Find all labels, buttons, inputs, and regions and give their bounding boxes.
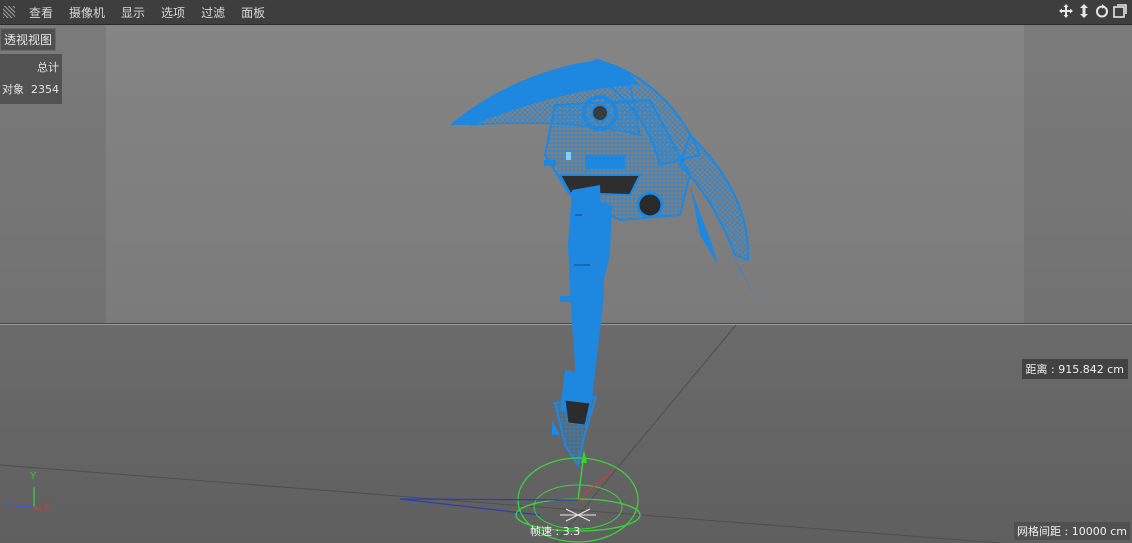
panel-grip-icon[interactable]: [3, 6, 15, 18]
axis-z-label: Z: [5, 498, 12, 509]
axis-y-label: Y: [30, 471, 37, 482]
grid-lines: [0, 324, 1001, 543]
menu-display[interactable]: 显示: [113, 4, 153, 21]
toggle-layout-icon[interactable]: [1112, 3, 1128, 19]
stats-label-objects: 对象: [2, 83, 24, 96]
menu-filter[interactable]: 过滤: [193, 4, 233, 21]
axis-x-label: X: [43, 502, 50, 513]
rotate-view-icon[interactable]: [1094, 3, 1110, 19]
camera-distance-readout: 距离 : 915.842 cm: [1021, 359, 1128, 379]
viewport-menubar: 查看 摄像机 显示 选项 过滤 面板: [0, 0, 1132, 25]
menu-panel[interactable]: 面板: [233, 4, 273, 21]
move-view-icon[interactable]: [1058, 3, 1074, 19]
stats-value-objects: 2354: [31, 82, 59, 96]
perspective-viewport[interactable]: Y Z X 透视视图 总计 对象 2354 距离 : 915.842 cm 帧速…: [0, 25, 1132, 543]
dolly-view-icon[interactable]: [1076, 3, 1092, 19]
fps-readout: 帧速 : 3.3: [530, 525, 581, 538]
transform-gizmo[interactable]: [399, 450, 641, 543]
menu-camera[interactable]: 摄像机: [61, 4, 113, 21]
menu-view[interactable]: 查看: [21, 4, 61, 21]
grid-spacing-readout: 网格间距 : 10000 cm: [1014, 522, 1130, 540]
axis-indicator: [16, 487, 43, 512]
scene-stats-panel: 总计 对象 2354: [0, 54, 62, 104]
scene-render: [0, 58, 1001, 543]
wireframe-model[interactable]: [450, 58, 760, 468]
view-navigation: [1058, 3, 1128, 19]
stats-header: 总计: [37, 61, 59, 74]
view-name-label[interactable]: 透视视图: [0, 28, 57, 51]
menu-options[interactable]: 选项: [153, 4, 193, 21]
